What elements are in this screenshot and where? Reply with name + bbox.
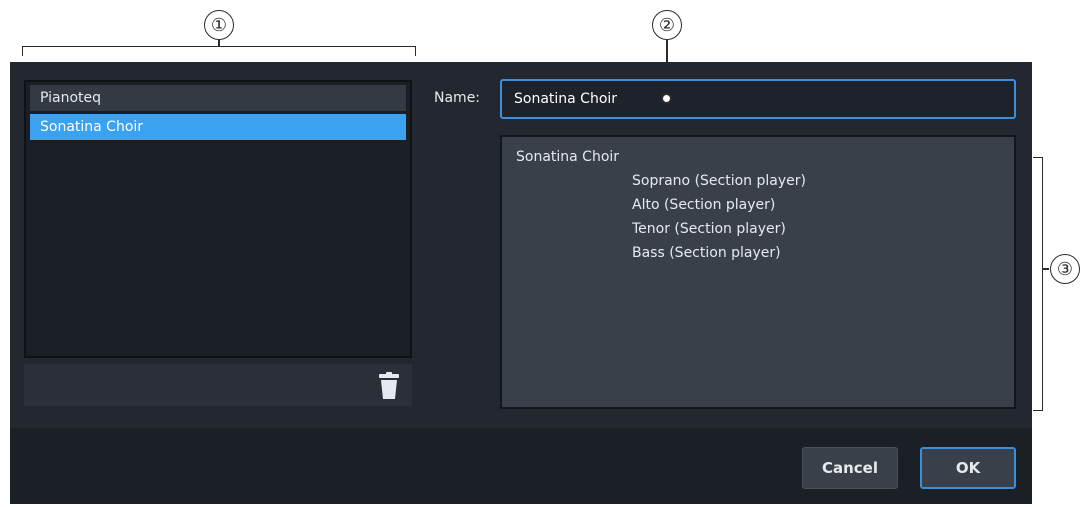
details-line: Alto (Section player) [632, 197, 776, 213]
callout-2-pointer-dot [661, 93, 672, 104]
name-label: Name: [434, 90, 481, 106]
callout-1-bracket [22, 46, 416, 56]
screenshot-stage: ① ② ③ Pianoteq Sonatina Choir Name: Sona… [0, 0, 1087, 507]
details-title: Sonatina Choir [516, 149, 620, 165]
name-input[interactable] [500, 79, 1016, 119]
callout-3-bracket [1033, 157, 1043, 411]
template-list: Pianoteq Sonatina Choir [24, 80, 412, 358]
list-toolbar [24, 364, 412, 406]
callout-2: ② [652, 10, 682, 40]
details-line: Tenor (Section player) [632, 221, 786, 237]
cancel-button[interactable]: Cancel [802, 447, 898, 489]
details-line: Bass (Section player) [632, 245, 781, 261]
callout-3: ③ [1050, 254, 1080, 284]
ok-button[interactable]: OK [920, 447, 1016, 489]
trash-icon[interactable] [376, 372, 402, 400]
template-details-panel: Sonatina Choir Soprano (Section player) … [500, 135, 1016, 409]
list-item-pianoteq[interactable]: Pianoteq [30, 85, 406, 111]
list-item-sonatina-choir[interactable]: Sonatina Choir [30, 114, 406, 140]
dialog-window: Pianoteq Sonatina Choir Name: Sonatina C… [10, 62, 1032, 504]
details-line: Soprano (Section player) [632, 173, 806, 189]
callout-1: ① [204, 10, 234, 40]
callout-3-stem [1042, 268, 1049, 270]
